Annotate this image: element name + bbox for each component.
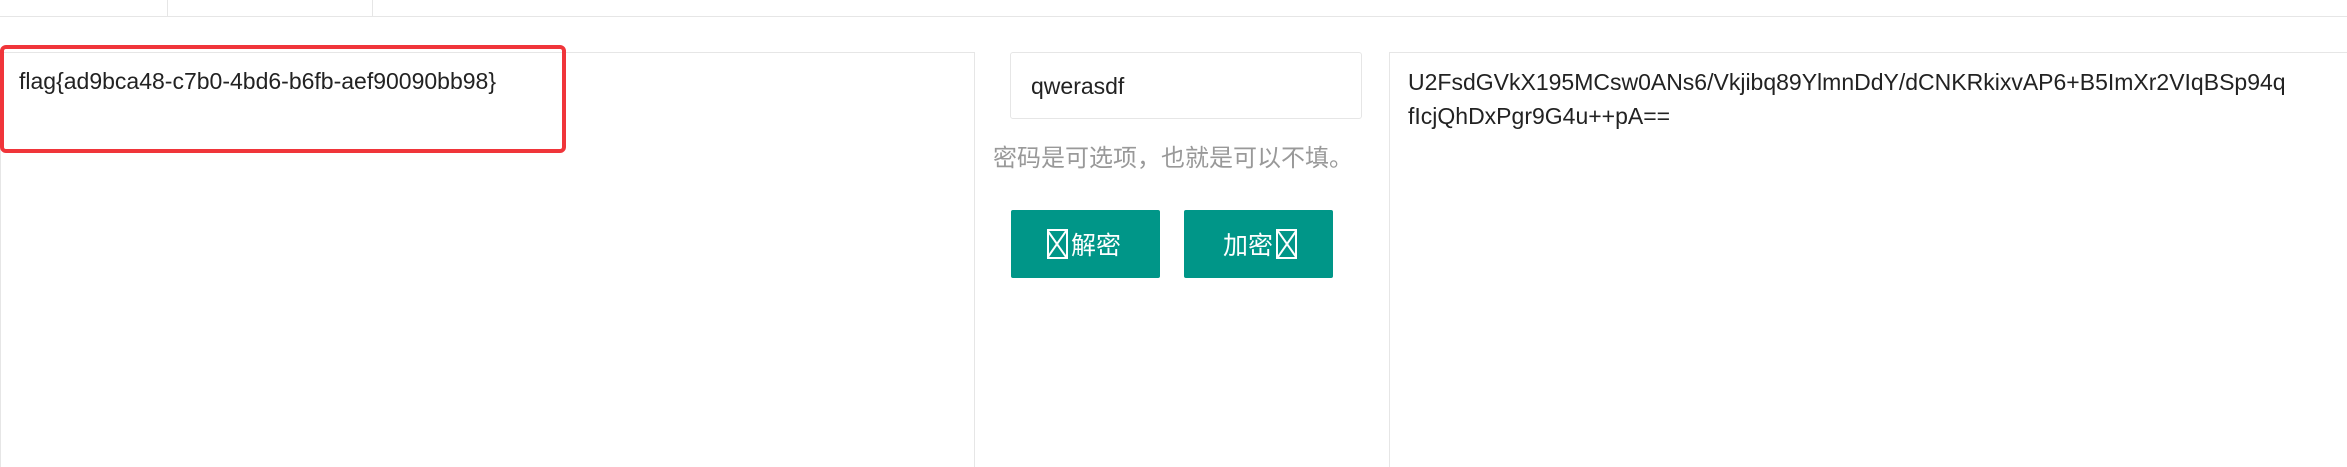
tab-strip xyxy=(0,0,2347,17)
flag-highlight-box xyxy=(0,45,566,153)
encrypt-button[interactable]: 加密 xyxy=(1184,210,1333,278)
page: flag{ad9bca48-c7b0-4bd6-b6fb-aef90090bb9… xyxy=(0,0,2347,467)
password-hint: 密码是可选项，也就是可以不填。 xyxy=(993,145,1353,172)
decrypt-button[interactable]: 解密 xyxy=(1011,210,1160,278)
ciphertext-textarea[interactable]: U2FsdGVkX195MCsw0ANs6/Vkjibq89YlmnDdY/dC… xyxy=(1389,52,2347,467)
tab-divider xyxy=(372,0,373,17)
ciphertext-line: fIcjQhDxPgr9G4u++pA== xyxy=(1408,103,1671,129)
decrypt-label: 解密 xyxy=(1070,232,1121,260)
ciphertext-line: U2FsdGVkX195MCsw0ANs6/Vkjibq89YlmnDdY/dC… xyxy=(1408,69,2286,95)
tab-divider xyxy=(167,0,168,17)
missing-glyph-icon xyxy=(1046,229,1068,259)
password-value: qwerasdf xyxy=(1031,73,1125,99)
missing-glyph-icon xyxy=(1276,229,1297,259)
encrypt-label: 加密 xyxy=(1222,232,1273,260)
password-input[interactable]: qwerasdf xyxy=(1010,52,1362,119)
